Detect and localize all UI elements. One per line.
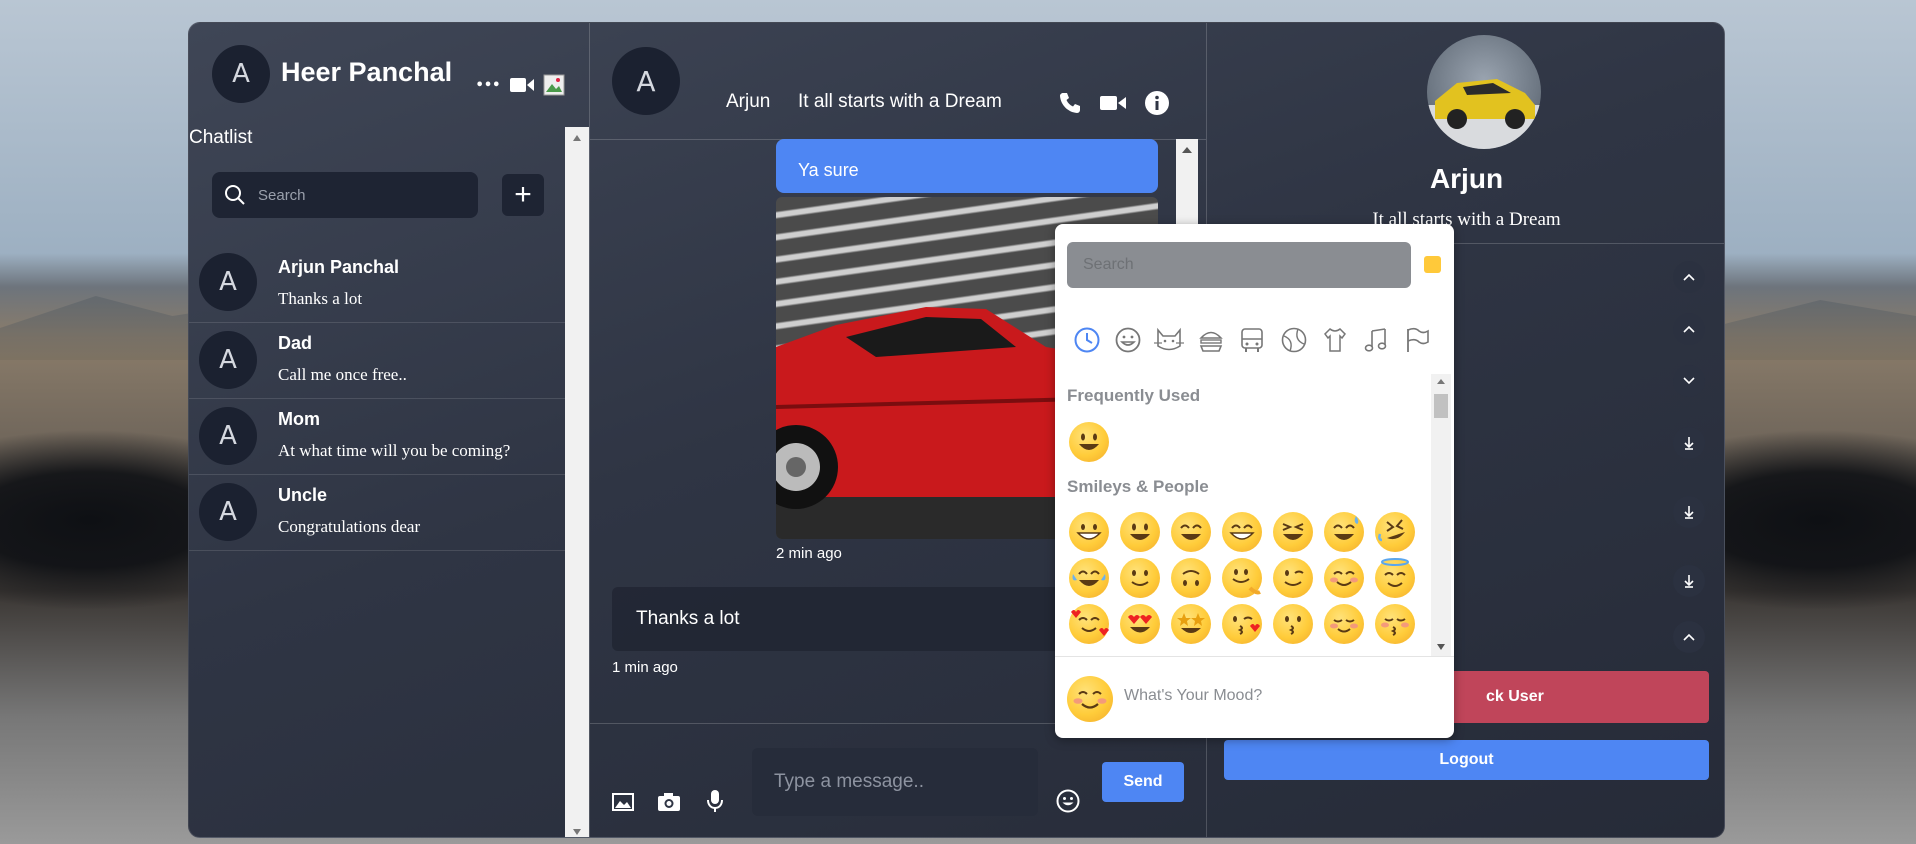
chatlist-scrollbar[interactable]: [565, 127, 589, 837]
slight-smile-emoji[interactable]: [1120, 558, 1160, 598]
chat-last-message: At what time will you be coming?: [278, 441, 511, 460]
smiley-emoji[interactable]: [1120, 512, 1160, 552]
chat-name: Uncle: [278, 485, 328, 505]
profile-picture[interactable]: [1427, 35, 1541, 149]
sweat-smile-emoji[interactable]: [1324, 512, 1364, 552]
heart-eyes-emoji[interactable]: [1120, 604, 1160, 644]
info-icon[interactable]: [1143, 89, 1171, 117]
contact-name: Arjun: [726, 91, 771, 112]
emoji-search-input[interactable]: [1083, 256, 1383, 274]
user-name: Heer Panchal: [281, 57, 453, 87]
smileys-people-label: Smileys & People: [1067, 477, 1209, 496]
add-chat-button[interactable]: +: [502, 174, 544, 216]
blush-emoji[interactable]: [1324, 558, 1364, 598]
beaming-emoji[interactable]: [1222, 512, 1262, 552]
image-timestamp: 2 min ago: [776, 545, 842, 562]
chat-list-item[interactable]: A Uncle Congratulations dear: [189, 475, 565, 551]
sent-message-text: Ya sure: [798, 160, 859, 180]
symbols-category-icon[interactable]: [1361, 325, 1391, 355]
user-avatar[interactable]: A: [212, 45, 270, 103]
send-button[interactable]: Send: [1102, 762, 1184, 802]
melting-emoji[interactable]: [1222, 558, 1262, 598]
received-message-bubble: Thanks a lot: [612, 587, 1082, 651]
food-category-icon[interactable]: [1196, 325, 1226, 355]
skin-tone-selector[interactable]: [1424, 256, 1441, 273]
received-message-text: Thanks a lot: [636, 608, 740, 629]
kissing-heart-emoji[interactable]: [1222, 604, 1262, 644]
rofl-emoji[interactable]: [1375, 512, 1415, 552]
chat-search-input[interactable]: [258, 186, 448, 204]
smileys-category-icon[interactable]: [1113, 325, 1143, 355]
profile-name: Arjun: [1429, 163, 1504, 194]
kissing-emoji[interactable]: [1273, 604, 1313, 644]
contact-avatar[interactable]: A: [612, 47, 680, 115]
wink-emoji[interactable]: [1273, 558, 1313, 598]
phone-icon[interactable]: [1056, 89, 1084, 117]
upside-down-emoji[interactable]: [1171, 558, 1211, 598]
message-input[interactable]: [774, 771, 1014, 793]
more-options-icon[interactable]: •••: [475, 75, 501, 95]
chat-search-box[interactable]: [212, 172, 478, 218]
chevron-up-icon[interactable]: [1673, 261, 1705, 293]
emoji-picker: Frequently Used Smileys & People What's …: [1055, 224, 1454, 738]
grinning-emoji[interactable]: [1069, 512, 1109, 552]
chevron-up-icon[interactable]: [1673, 313, 1705, 345]
microphone-icon[interactable]: [702, 787, 728, 815]
animals-category-icon[interactable]: [1154, 325, 1184, 355]
download-icon[interactable]: [1673, 496, 1705, 528]
frequently-used-label: Frequently Used: [1067, 386, 1201, 405]
smile-emoji[interactable]: [1171, 512, 1211, 552]
emoji-search-box[interactable]: [1067, 242, 1411, 288]
contact-status: It all starts with a Dream: [798, 91, 1002, 112]
objects-category-icon[interactable]: [1320, 325, 1350, 355]
emoji-picker-footer-divider: [1055, 656, 1454, 657]
star-struck-emoji[interactable]: [1171, 604, 1211, 644]
camera-icon[interactable]: [656, 789, 682, 815]
video-call-icon[interactable]: [509, 73, 535, 97]
chevron-up-icon[interactable]: [1673, 621, 1705, 653]
chat-list-item[interactable]: A Mom At what time will you be coming?: [189, 399, 565, 475]
joy-emoji[interactable]: [1069, 558, 1109, 598]
gallery-icon[interactable]: [610, 789, 636, 815]
chat-avatar: A: [199, 483, 257, 541]
chat-list-item[interactable]: A Dad Call me once free..: [189, 323, 565, 399]
relaxed-emoji[interactable]: [1324, 604, 1364, 644]
broken-image-icon[interactable]: [543, 74, 565, 96]
activity-category-icon[interactable]: [1279, 325, 1309, 355]
chat-avatar: A: [199, 407, 257, 465]
emoji-icon[interactable]: [1054, 787, 1082, 815]
chat-list-item[interactable]: A Arjun Panchal Thanks a lot: [189, 247, 565, 323]
kissing-closed-eyes-emoji[interactable]: [1375, 604, 1415, 644]
chat-name: Mom: [278, 409, 320, 429]
chat-avatar: A: [199, 331, 257, 389]
search-icon: [224, 184, 246, 206]
mood-preview-text: What's Your Mood?: [1124, 687, 1263, 704]
video-call-icon[interactable]: [1099, 89, 1127, 117]
chat-name: Dad: [278, 333, 313, 353]
chat-last-message: Congratulations dear: [278, 517, 421, 536]
chat-name: Arjun Panchal: [278, 257, 400, 277]
chat-last-message: Call me once free..: [278, 365, 407, 384]
download-icon[interactable]: [1673, 565, 1705, 597]
chat-app-window: A Heer Panchal ••• Chatlist + A Arjun Pa…: [188, 22, 1725, 838]
received-timestamp: 1 min ago: [612, 659, 678, 676]
download-icon[interactable]: [1673, 427, 1705, 459]
travel-category-icon[interactable]: [1237, 325, 1267, 355]
message-input-box[interactable]: [752, 748, 1038, 816]
chevron-down-icon[interactable]: [1673, 365, 1705, 397]
recent-category-icon[interactable]: [1072, 325, 1102, 355]
mood-smile-icon: [1067, 676, 1113, 722]
chat-last-message: Thanks a lot: [278, 289, 363, 308]
squinting-emoji[interactable]: [1273, 512, 1313, 552]
chat-avatar: A: [199, 253, 257, 311]
flags-category-icon[interactable]: [1402, 325, 1432, 355]
emoji-scrollbar[interactable]: [1431, 374, 1451, 656]
chatlist-title: Chatlist: [189, 127, 253, 148]
sent-message-bubble: Ya sure: [776, 139, 1158, 193]
innocent-emoji[interactable]: [1375, 558, 1415, 598]
smiling-hearts-emoji[interactable]: [1069, 604, 1109, 644]
block-user-label: ck User: [1486, 688, 1544, 705]
logout-button[interactable]: Logout: [1224, 740, 1709, 780]
smiley-emoji[interactable]: [1069, 422, 1109, 462]
